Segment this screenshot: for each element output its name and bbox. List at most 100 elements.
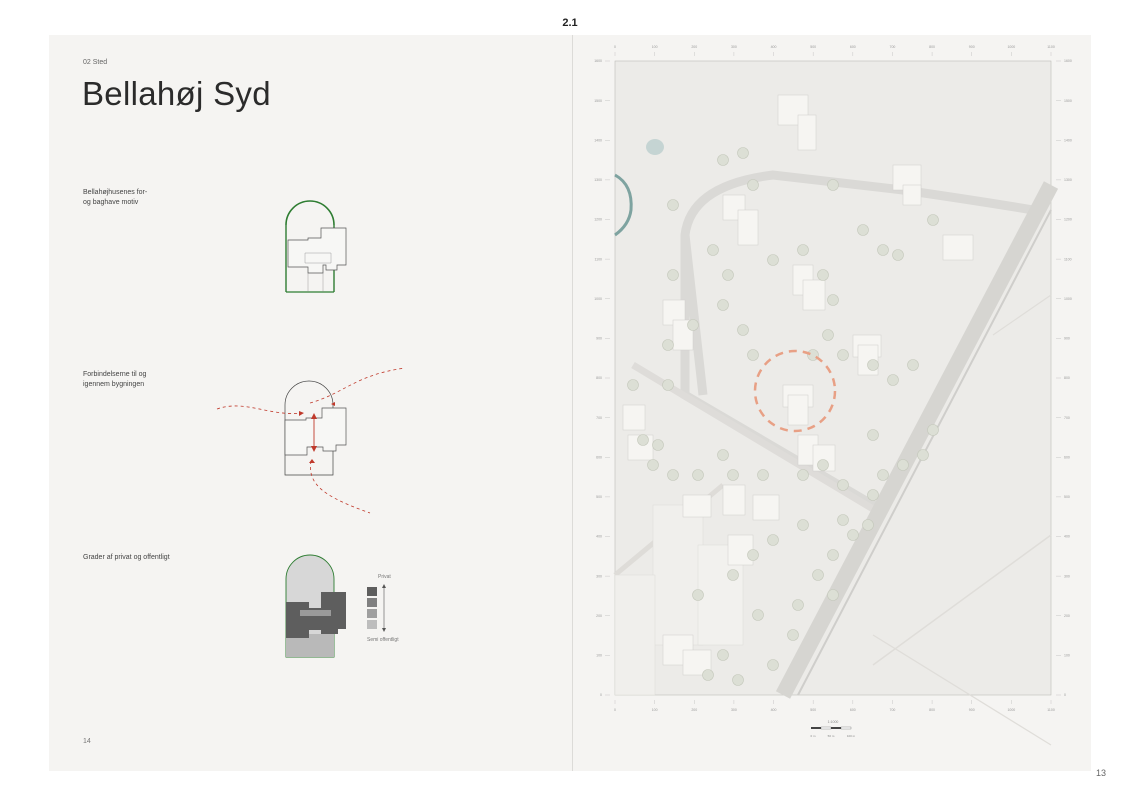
tree bbox=[827, 179, 839, 191]
tree bbox=[927, 214, 939, 226]
tree bbox=[737, 147, 749, 159]
axis-y-right-label: 1000 bbox=[1064, 297, 1072, 301]
tree bbox=[787, 629, 799, 641]
building-footprint bbox=[727, 534, 754, 566]
tree bbox=[692, 589, 704, 601]
axis-y-left-label: 1300 bbox=[594, 178, 602, 182]
tree bbox=[717, 449, 729, 461]
axis-y-right-label: 1300 bbox=[1064, 178, 1072, 182]
tree bbox=[732, 674, 744, 686]
left-page-number: 14 bbox=[83, 738, 91, 745]
building-footprint bbox=[902, 184, 922, 206]
axis-x-top-label: 200 bbox=[691, 45, 697, 49]
tree bbox=[827, 549, 839, 561]
building-footprint bbox=[737, 209, 759, 246]
axis-x-top-label: 0 bbox=[614, 45, 616, 49]
axis-y-left-label: 1400 bbox=[594, 138, 602, 142]
scale-bar bbox=[811, 726, 852, 730]
tree bbox=[652, 439, 664, 451]
tree bbox=[667, 469, 679, 481]
axis-y-right-label: 500 bbox=[1064, 495, 1070, 499]
axis-y-left-label: 1000 bbox=[594, 297, 602, 301]
axis-y-left-label: 0 bbox=[600, 693, 602, 697]
axis-y-right-label: 1500 bbox=[1064, 99, 1072, 103]
axis-y-right-label: 400 bbox=[1064, 535, 1070, 539]
tree bbox=[897, 459, 909, 471]
scale-label-100: 100 m bbox=[847, 734, 856, 738]
axis-x-bottom-label: 300 bbox=[731, 708, 737, 712]
right-page: 0 0 100 100 200 200 300 300 400 400 500 500 600 600 70… bbox=[573, 35, 1091, 771]
tree bbox=[847, 529, 859, 541]
block-west-1 bbox=[652, 504, 704, 646]
axis-y-right-label: 900 bbox=[1064, 337, 1070, 341]
axis-y-right-label: 0 bbox=[1064, 693, 1066, 697]
legend-swatch-1 bbox=[367, 587, 377, 596]
axis-y-right-label: 1600 bbox=[1064, 59, 1072, 63]
legend-swatch-3 bbox=[367, 609, 377, 618]
tree bbox=[727, 569, 739, 581]
axis-y-left-label: 300 bbox=[596, 574, 602, 578]
axis-x-top-label: 900 bbox=[969, 45, 975, 49]
axis-y-left-label: 1500 bbox=[594, 99, 602, 103]
tree bbox=[707, 244, 719, 256]
axis-y-right-label: 1200 bbox=[1064, 218, 1072, 222]
axis-x-bottom-label: 500 bbox=[810, 708, 816, 712]
axis-y-right-label: 1400 bbox=[1064, 138, 1072, 142]
tree bbox=[867, 429, 879, 441]
block-west-2 bbox=[614, 574, 656, 696]
section-label: 02 Sted bbox=[83, 59, 108, 66]
axis-x-bottom-label: 900 bbox=[969, 708, 975, 712]
tree bbox=[667, 199, 679, 211]
tree bbox=[887, 374, 899, 386]
scale-label-0: 0 m bbox=[810, 734, 816, 738]
axis-y-right-label: 100 bbox=[1064, 654, 1070, 658]
axis-y-left-label: 1200 bbox=[594, 218, 602, 222]
axis-y-left-label: 800 bbox=[596, 376, 602, 380]
page-title: Bellahøj Syd bbox=[82, 75, 271, 112]
tree bbox=[767, 254, 779, 266]
pond bbox=[646, 139, 664, 155]
axis-x-top-label: 600 bbox=[850, 45, 856, 49]
tree bbox=[627, 379, 639, 391]
tree bbox=[687, 319, 699, 331]
tree bbox=[827, 294, 839, 306]
tree bbox=[717, 154, 729, 166]
garden-motif-diagram bbox=[285, 200, 347, 293]
building-footprint bbox=[787, 394, 809, 426]
axis-y-right-label: 300 bbox=[1064, 574, 1070, 578]
scale-label-50: 50 m bbox=[828, 734, 835, 738]
left-page: 02 Sted Bellahøj Syd Bellahøjhusenes for… bbox=[49, 35, 572, 771]
tree bbox=[877, 469, 889, 481]
tree bbox=[827, 589, 839, 601]
legend-bottom-label: Semi offentligt bbox=[367, 637, 399, 643]
building-footprint bbox=[682, 494, 712, 518]
axis-y-right-label: 700 bbox=[1064, 416, 1070, 420]
tree bbox=[917, 449, 929, 461]
legend-swatch-4 bbox=[367, 620, 377, 629]
tree bbox=[767, 659, 779, 671]
tree bbox=[892, 249, 904, 261]
tree bbox=[822, 329, 834, 341]
tree bbox=[637, 434, 649, 446]
axis-x-bottom-label: 800 bbox=[929, 708, 935, 712]
building-footprint bbox=[797, 114, 817, 151]
tree bbox=[797, 519, 809, 531]
site-map: 0 0 100 100 200 200 300 300 400 400 500 500 600 600 70… bbox=[594, 45, 1072, 746]
privacy-gradient-diagram bbox=[285, 554, 346, 658]
axis-x-bottom-label: 1000 bbox=[1007, 708, 1015, 712]
tree bbox=[747, 179, 759, 191]
axis-x-bottom-label: 100 bbox=[652, 708, 658, 712]
axis-y-left-label: 400 bbox=[596, 535, 602, 539]
tree bbox=[692, 469, 704, 481]
tree bbox=[717, 649, 729, 661]
tree bbox=[817, 269, 829, 281]
axis-y-left-label: 700 bbox=[596, 416, 602, 420]
tree bbox=[717, 299, 729, 311]
axis-x-top-label: 800 bbox=[929, 45, 935, 49]
axis-x-top-label: 300 bbox=[731, 45, 737, 49]
tree bbox=[727, 469, 739, 481]
tree bbox=[812, 569, 824, 581]
tree bbox=[662, 339, 674, 351]
axis-y-left-label: 200 bbox=[596, 614, 602, 618]
axis-x-bottom-label: 600 bbox=[850, 708, 856, 712]
